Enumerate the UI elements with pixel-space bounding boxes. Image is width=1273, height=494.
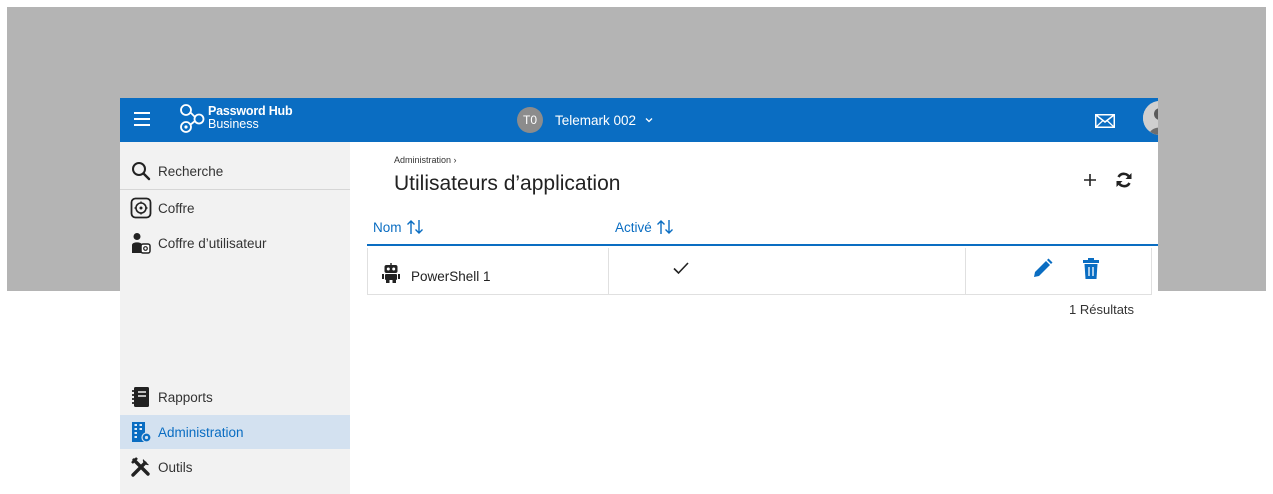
sidebar-item-label: Administration: [158, 424, 244, 440]
user-vault-icon: [130, 232, 152, 254]
cell-divider: [608, 248, 609, 294]
plus-icon: [1084, 174, 1096, 186]
sidebar-divider: [120, 189, 350, 190]
column-header-nom[interactable]: Nom: [373, 219, 424, 235]
tenant-avatar: T0: [517, 107, 543, 133]
logo-text: Password Hub Business: [208, 105, 293, 131]
tenant-name: Telemark 002: [555, 112, 637, 128]
admin-building-icon: [130, 421, 152, 443]
row-name: PowerShell 1: [411, 269, 491, 284]
sidebar-item-outils[interactable]: Outils: [120, 450, 350, 484]
chevron-down-icon: [645, 118, 653, 123]
results-count: 1 Résultats: [1069, 302, 1135, 317]
column-label: Activé: [615, 219, 652, 235]
sidebar-item-coffre[interactable]: Coffre: [120, 191, 350, 225]
table-header-divider: [367, 244, 1158, 246]
breadcrumb-chevron-icon: ›: [453, 155, 457, 165]
tools-icon: [130, 456, 152, 478]
add-button[interactable]: [1078, 168, 1102, 192]
vault-icon: [130, 197, 152, 219]
user-avatar[interactable]: [1143, 101, 1158, 135]
avatar-image: [1143, 101, 1158, 135]
logo-line2: Business: [208, 117, 259, 131]
column-header-active[interactable]: Activé: [615, 219, 674, 235]
sidebar-item-coffre-utilisateur[interactable]: Coffre d’utilisateur: [120, 226, 350, 260]
sidebar-item-label: Coffre: [158, 200, 195, 216]
column-label: Nom: [373, 219, 402, 235]
sort-icon: [656, 220, 673, 234]
refresh-button[interactable]: [1112, 168, 1136, 192]
app-window: Password Hub Business T0 Telemark 002 Re…: [120, 98, 1158, 494]
sidebar: Recherche Coffre Coffre d’utilisateur Ra…: [120, 142, 350, 494]
mail-icon[interactable]: [1095, 114, 1115, 128]
sidebar-item-recherche[interactable]: Recherche: [120, 154, 350, 188]
breadcrumb[interactable]: Administration ›: [394, 155, 457, 165]
robot-icon: [382, 263, 400, 283]
breadcrumb-item[interactable]: Administration: [394, 155, 451, 165]
cell-divider: [965, 248, 966, 294]
sidebar-item-label: Outils: [158, 459, 193, 475]
tenant-switcher[interactable]: T0 Telemark 002: [517, 107, 653, 133]
refresh-icon: [1116, 172, 1132, 188]
edit-icon[interactable]: [1031, 258, 1053, 280]
page-title: Utilisateurs d’application: [394, 172, 621, 195]
trash-icon[interactable]: [1082, 258, 1100, 280]
search-icon: [130, 160, 152, 182]
sidebar-item-administration[interactable]: Administration: [120, 415, 350, 449]
menu-icon[interactable]: [134, 112, 150, 126]
sidebar-item-rapports[interactable]: Rapports: [120, 380, 350, 414]
sort-icon: [406, 220, 423, 234]
sidebar-item-label: Rapports: [158, 389, 213, 405]
check-icon: [673, 262, 689, 275]
sidebar-item-label: Recherche: [158, 163, 224, 179]
sidebar-item-label: Coffre d’utilisateur: [158, 235, 267, 251]
report-icon: [130, 386, 152, 408]
top-bar: Password Hub Business T0 Telemark 002: [120, 98, 1158, 142]
